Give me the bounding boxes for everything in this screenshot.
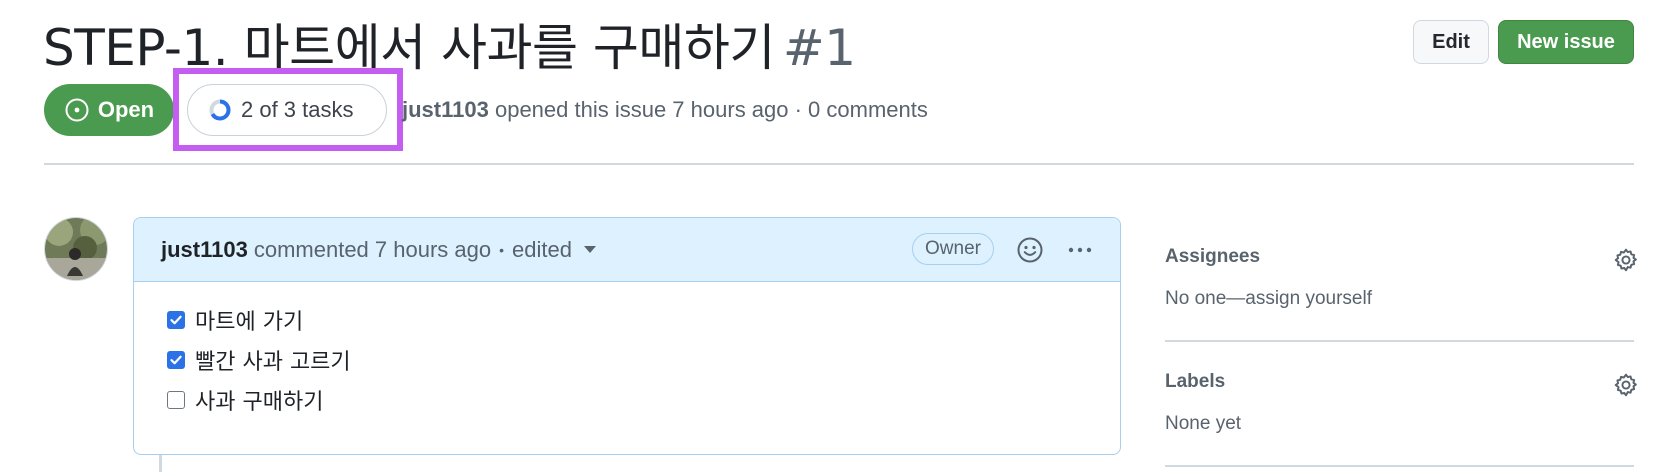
task-list-item: 사과 구매하기 xyxy=(167,380,1120,420)
assignees-gear-icon[interactable] xyxy=(1613,247,1639,273)
smiley-icon[interactable] xyxy=(1016,236,1044,264)
edited-dropdown[interactable]: edited xyxy=(512,237,596,263)
kebab-horizontal-icon[interactable] xyxy=(1066,236,1094,264)
labels-gear-icon[interactable] xyxy=(1613,372,1639,398)
caret-down-icon xyxy=(583,246,596,253)
issue-author-link[interactable]: just1103 xyxy=(402,97,489,122)
task-list: 마트에 가기빨간 사과 고르기사과 구매하기 xyxy=(134,282,1120,420)
task-label: 사과 구매하기 xyxy=(195,390,324,415)
sidebar-divider xyxy=(1165,465,1634,467)
edit-button[interactable]: Edit xyxy=(1413,20,1489,64)
owner-badge: Owner xyxy=(912,233,994,265)
issue-title-text: STEP-1. 마트에서 사과를 구매하기 xyxy=(43,19,775,77)
edited-label: edited xyxy=(512,236,572,262)
task-list-item: 마트에 가기 xyxy=(167,300,1120,340)
comment-timestamp[interactable]: commented 7 hours ago xyxy=(254,237,491,263)
issue-number: #1 xyxy=(782,19,856,77)
comment-separator: • xyxy=(499,241,505,258)
sidebar-divider xyxy=(1165,340,1634,342)
task-label: 빨간 사과 고르기 xyxy=(195,350,351,375)
assignees-heading[interactable]: Assignees xyxy=(1165,246,1260,268)
comment-header: just1103 commented 7 hours ago • edited … xyxy=(134,218,1120,282)
issue-meta-text: opened this issue 7 hours ago · 0 commen… xyxy=(494,97,928,122)
task-checkbox-checked[interactable] xyxy=(167,311,185,329)
highlight-box xyxy=(173,68,403,151)
issue-title: STEP-1. 마트에서 사과를 구매하기 #1 xyxy=(43,8,856,80)
assignees-value[interactable]: No one—assign yourself xyxy=(1165,288,1372,310)
avatar[interactable] xyxy=(44,217,108,281)
labels-value: None yet xyxy=(1165,413,1242,434)
check-icon xyxy=(170,315,182,325)
comment-box: just1103 commented 7 hours ago • edited … xyxy=(133,217,1121,455)
issue-state-label: Open xyxy=(97,97,155,122)
issue-meta: just1103 opened this issue 7 hours ago ·… xyxy=(402,97,928,123)
labels-heading[interactable]: Labels xyxy=(1165,371,1225,393)
task-checkbox-checked[interactable] xyxy=(167,351,185,369)
timeline-line xyxy=(159,455,162,472)
check-icon xyxy=(170,355,182,365)
issue-opened-icon xyxy=(65,98,89,122)
task-label: 마트에 가기 xyxy=(195,310,304,335)
task-checkbox[interactable] xyxy=(167,391,185,409)
new-issue-button[interactable]: New issue xyxy=(1498,20,1634,64)
comment-author-link[interactable]: just1103 xyxy=(161,237,248,263)
avatar-photo xyxy=(45,218,107,280)
issue-state-badge: Open xyxy=(44,84,174,136)
task-list-item: 빨간 사과 고르기 xyxy=(167,340,1120,380)
header-divider xyxy=(44,163,1634,165)
